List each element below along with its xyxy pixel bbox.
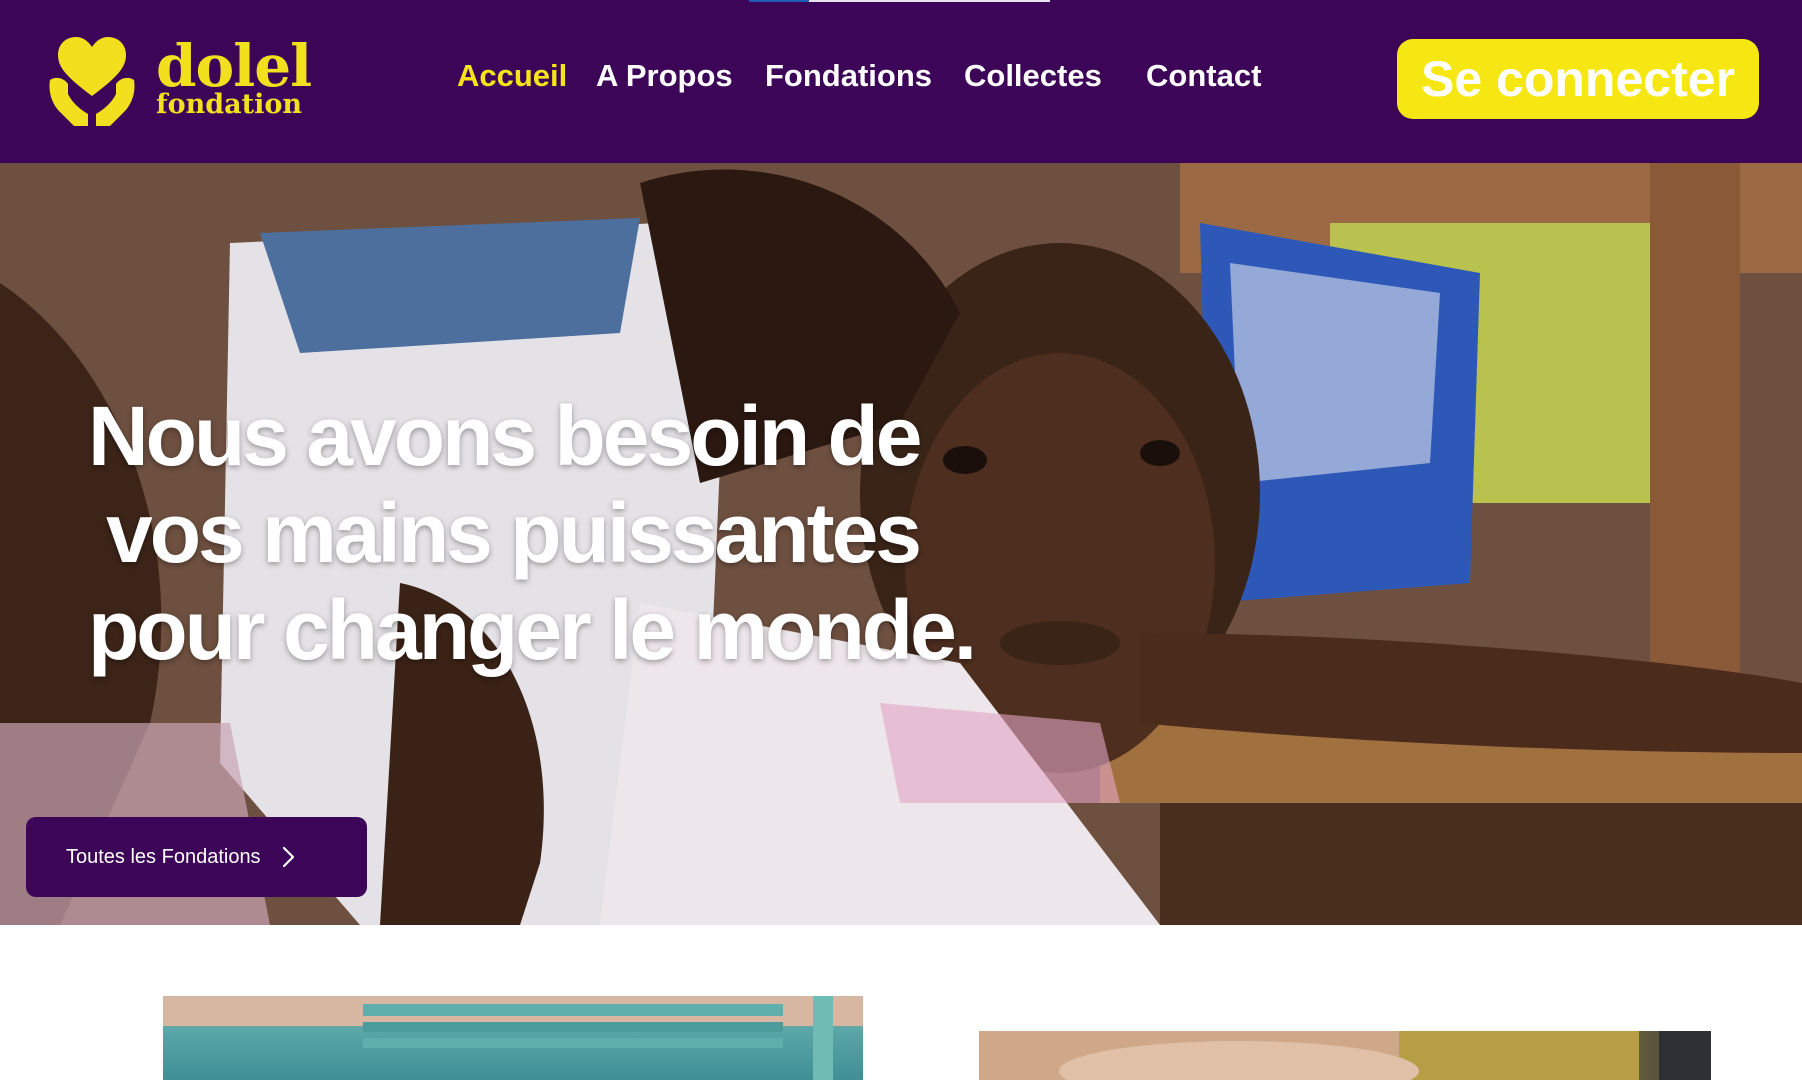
all-foundations-button[interactable]: Toutes les Fondations bbox=[26, 817, 367, 897]
card-photo bbox=[979, 1031, 1711, 1080]
brand-tagline: fondation bbox=[156, 89, 302, 120]
hero-title: Nous avons besoin de vos mains puissante… bbox=[88, 388, 988, 679]
nav-item-contact[interactable]: Contact bbox=[1146, 58, 1261, 94]
nav-item-accueil[interactable]: Accueil bbox=[457, 58, 567, 94]
brand-name: dolel bbox=[156, 32, 312, 100]
chevron-right-icon bbox=[282, 846, 294, 868]
brand-logo[interactable]: dolel fondation bbox=[48, 34, 312, 129]
card-photo bbox=[163, 996, 863, 1080]
nav-item-collectes[interactable]: Collectes bbox=[964, 58, 1102, 94]
hero-title-line: vos mains puissantes bbox=[106, 486, 922, 580]
login-button[interactable]: Se connecter bbox=[1397, 39, 1759, 119]
site-header: dolel fondation Accueil A Propos Fondati… bbox=[0, 0, 1802, 163]
hero-title-line: Nous avons besoin de bbox=[88, 389, 923, 483]
secondary-card-image[interactable] bbox=[979, 1031, 1711, 1080]
all-foundations-label: Toutes les Fondations bbox=[66, 845, 261, 868]
loading-indicator-track bbox=[809, 0, 1050, 2]
loading-indicator bbox=[749, 0, 809, 2]
nav-item-fondations[interactable]: Fondations bbox=[765, 58, 932, 94]
nav-item-a-propos[interactable]: A Propos bbox=[596, 58, 733, 94]
heart-hands-icon bbox=[49, 37, 135, 126]
featured-card-image[interactable] bbox=[163, 996, 863, 1080]
hero-title-line: pour changer le monde. bbox=[88, 583, 977, 677]
hero-banner: Nous avons besoin de vos mains puissante… bbox=[0, 163, 1802, 925]
